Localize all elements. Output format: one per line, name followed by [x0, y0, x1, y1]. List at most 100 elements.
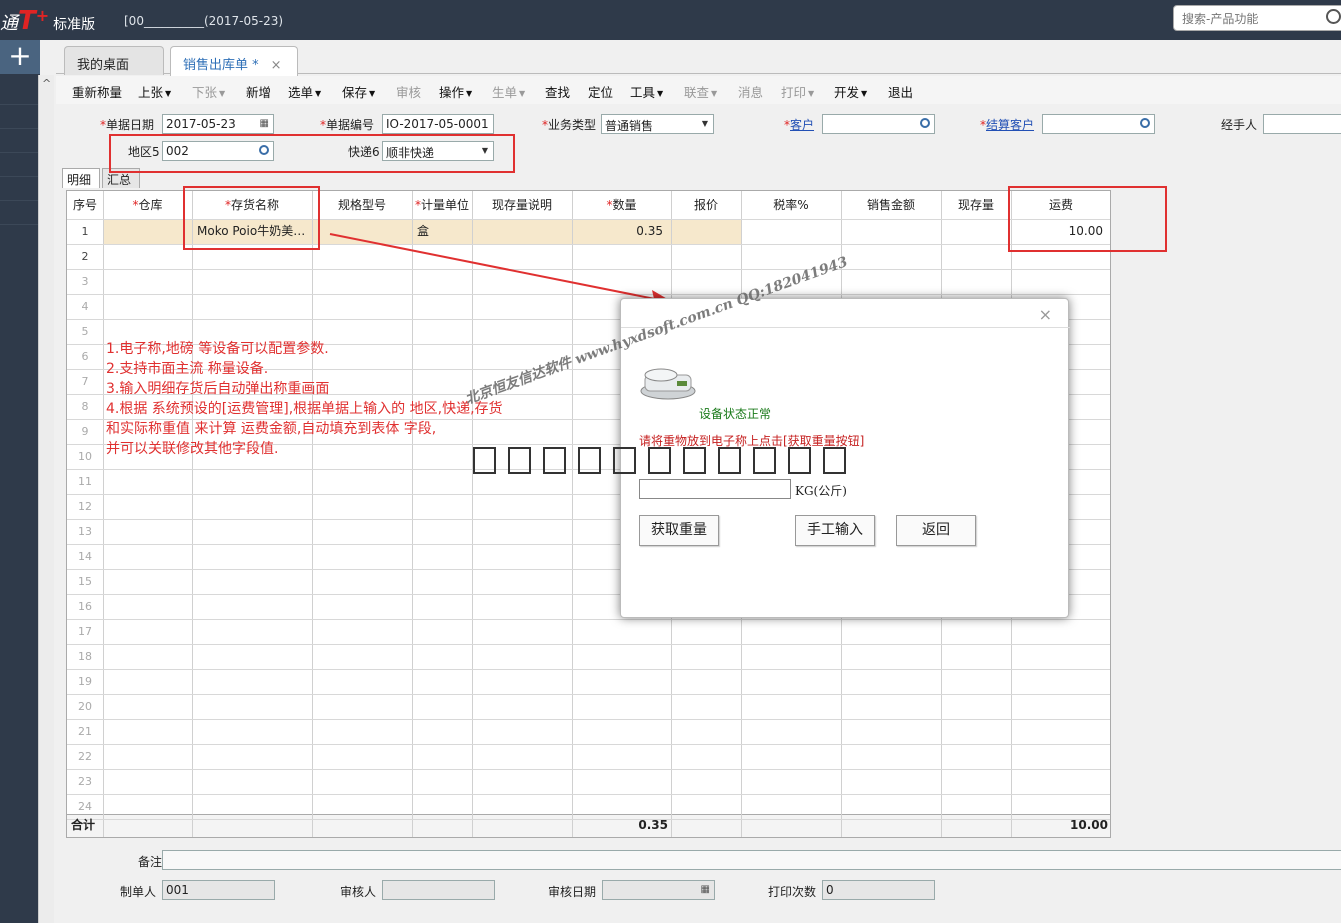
annotation-notes: 1.电子称,地磅 等设备可以配置参数. 2.支持市面主流 称量设备. 3.输入明…	[106, 339, 503, 459]
express-select[interactable]: 顺非快递 ▼	[382, 141, 494, 161]
chevron-down-icon: ▼	[861, 89, 868, 98]
toolbar-button[interactable]: 联查 ▼	[684, 82, 717, 101]
column-header[interactable]: 现存量	[941, 191, 1011, 219]
cell-freight[interactable]: 10.00	[1013, 219, 1103, 244]
column-header[interactable]: *计量单位	[412, 191, 472, 219]
toolbar-button[interactable]: 消息	[738, 82, 763, 101]
toolbar-button[interactable]: 生单 ▼	[492, 82, 525, 101]
nav-divider	[0, 200, 40, 201]
row-divider	[67, 269, 1110, 270]
search-icon[interactable]	[1326, 9, 1341, 24]
toolbar-button[interactable]: 上张 ▼	[138, 82, 171, 101]
toolbar-button-label: 定位	[588, 85, 614, 100]
manual-input-button[interactable]: 手工输入	[795, 515, 875, 546]
toolbar-button[interactable]: 新增	[246, 82, 271, 101]
scroll-up-icon[interactable]: ^	[42, 77, 51, 90]
search-icon[interactable]	[259, 145, 269, 155]
toolbar-button[interactable]: 打印 ▼	[781, 82, 814, 101]
column-header[interactable]: 运费	[1011, 191, 1110, 219]
note-line: 4.根据 系统预设的[运费管理],根据单据上输入的 地区,快递,存货	[106, 401, 503, 417]
get-weight-button[interactable]: 获取重量	[639, 515, 719, 546]
cell-quantity[interactable]: 0.35	[573, 219, 663, 244]
toolbar-button[interactable]: 工具 ▼	[630, 82, 663, 101]
weight-input[interactable]	[639, 479, 791, 499]
note-line: 并可以关联修改其他字段值.	[106, 441, 279, 457]
row-number: 15	[78, 575, 92, 588]
return-button[interactable]: 返回	[896, 515, 976, 546]
column-header-label: 规格型号	[337, 198, 386, 212]
logo-prefix: 通	[0, 13, 18, 34]
chevron-down-icon[interactable]: ▼	[702, 119, 708, 128]
logo-plus: +	[35, 6, 50, 25]
search-icon[interactable]	[1140, 118, 1150, 128]
toolbar-button[interactable]: 审核	[396, 82, 421, 101]
tab-desktop[interactable]: 我的桌面	[64, 46, 164, 75]
audit-date-label: 审核日期	[548, 885, 597, 899]
toolbar-button-label: 下张	[192, 85, 218, 100]
calendar-icon[interactable]: ▦	[260, 118, 269, 129]
tab-summary[interactable]: 汇总	[102, 168, 140, 188]
row-number: 2	[81, 250, 89, 263]
form-header: *单据日期 2017-05-23 ▦ *单据编号 IO-2017-05-0001 …	[56, 106, 1341, 166]
maker-field: 001	[162, 880, 275, 900]
column-header[interactable]: 报价	[671, 191, 741, 219]
column-header[interactable]: *仓库	[103, 191, 192, 219]
chevron-down-icon[interactable]: ▼	[482, 146, 488, 155]
column-header[interactable]: 序号	[67, 191, 103, 219]
print-count-field: 0	[822, 880, 935, 900]
toolbar-button[interactable]: 重新称量	[72, 82, 122, 101]
add-icon[interactable]: +	[0, 40, 40, 74]
row-number: 24	[78, 800, 92, 813]
column-header[interactable]: *存货名称	[192, 191, 312, 219]
row-divider	[67, 294, 1110, 295]
column-header[interactable]: *数量	[572, 191, 671, 219]
toolbar-button[interactable]: 操作 ▼	[439, 82, 472, 101]
audit-date-field: ▦	[602, 880, 715, 900]
customer-field[interactable]	[822, 114, 935, 134]
handler-field[interactable]	[1263, 114, 1341, 134]
row-number: 22	[78, 750, 92, 763]
column-header[interactable]: 现存量说明	[472, 191, 572, 219]
tab-detail[interactable]: 明细	[62, 168, 100, 188]
express-label: 快递6	[348, 145, 380, 159]
toolbar-button[interactable]: 查找	[545, 82, 570, 101]
search-box[interactable]	[1173, 5, 1341, 31]
row-number: 12	[78, 500, 92, 513]
chevron-down-icon: ▼	[369, 89, 376, 98]
toolbar-button[interactable]: 选单 ▼	[288, 82, 321, 101]
code-field[interactable]: IO-2017-05-0001	[382, 114, 494, 134]
toolbar-button[interactable]: 下张 ▼	[192, 82, 225, 101]
column-header[interactable]: 销售金额	[841, 191, 941, 219]
toolbar-button[interactable]: 开发 ▼	[834, 82, 867, 101]
search-input[interactable]	[1182, 8, 1322, 30]
maker-label: 制单人	[120, 885, 157, 899]
column-header-label: 存货名称	[230, 198, 279, 212]
settle-customer-label: *结算客户	[980, 118, 1035, 132]
toolbar-button-label: 退出	[888, 85, 914, 100]
row-number: 7	[81, 375, 89, 388]
region-field[interactable]: 002	[162, 141, 274, 161]
row-divider	[67, 619, 1110, 620]
cell-unit[interactable]: 盒	[417, 219, 467, 244]
tab-sales-outbound[interactable]: 销售出库单 * ×	[170, 46, 298, 76]
account-info: [00__________(2017-05-23)	[124, 14, 284, 28]
column-header-label: 现存量说明	[491, 198, 552, 212]
toolbar-button[interactable]: 退出	[888, 82, 913, 101]
search-icon[interactable]	[920, 118, 930, 128]
toolbar-button-label: 新增	[246, 85, 272, 100]
column-header[interactable]: 税率%	[741, 191, 841, 219]
remark-label: 备注	[138, 855, 163, 869]
biztype-select[interactable]: 普通销售 ▼	[601, 114, 714, 134]
toolbar-button[interactable]: 保存 ▼	[342, 82, 375, 101]
date-field[interactable]: 2017-05-23 ▦	[162, 114, 274, 134]
cell-item-name[interactable]: Moko Poio牛奶美…	[197, 219, 307, 244]
vertical-scrollbar[interactable]: ^	[38, 75, 54, 923]
date-label: *单据日期	[100, 118, 155, 132]
close-icon[interactable]: ×	[271, 58, 282, 73]
toolbar-button[interactable]: 定位	[588, 82, 613, 101]
row-number: 11	[78, 475, 92, 488]
column-header[interactable]: 规格型号	[312, 191, 412, 219]
settle-customer-field[interactable]	[1042, 114, 1155, 134]
remark-field[interactable]	[162, 850, 1341, 870]
close-icon[interactable]: ×	[1039, 305, 1052, 324]
